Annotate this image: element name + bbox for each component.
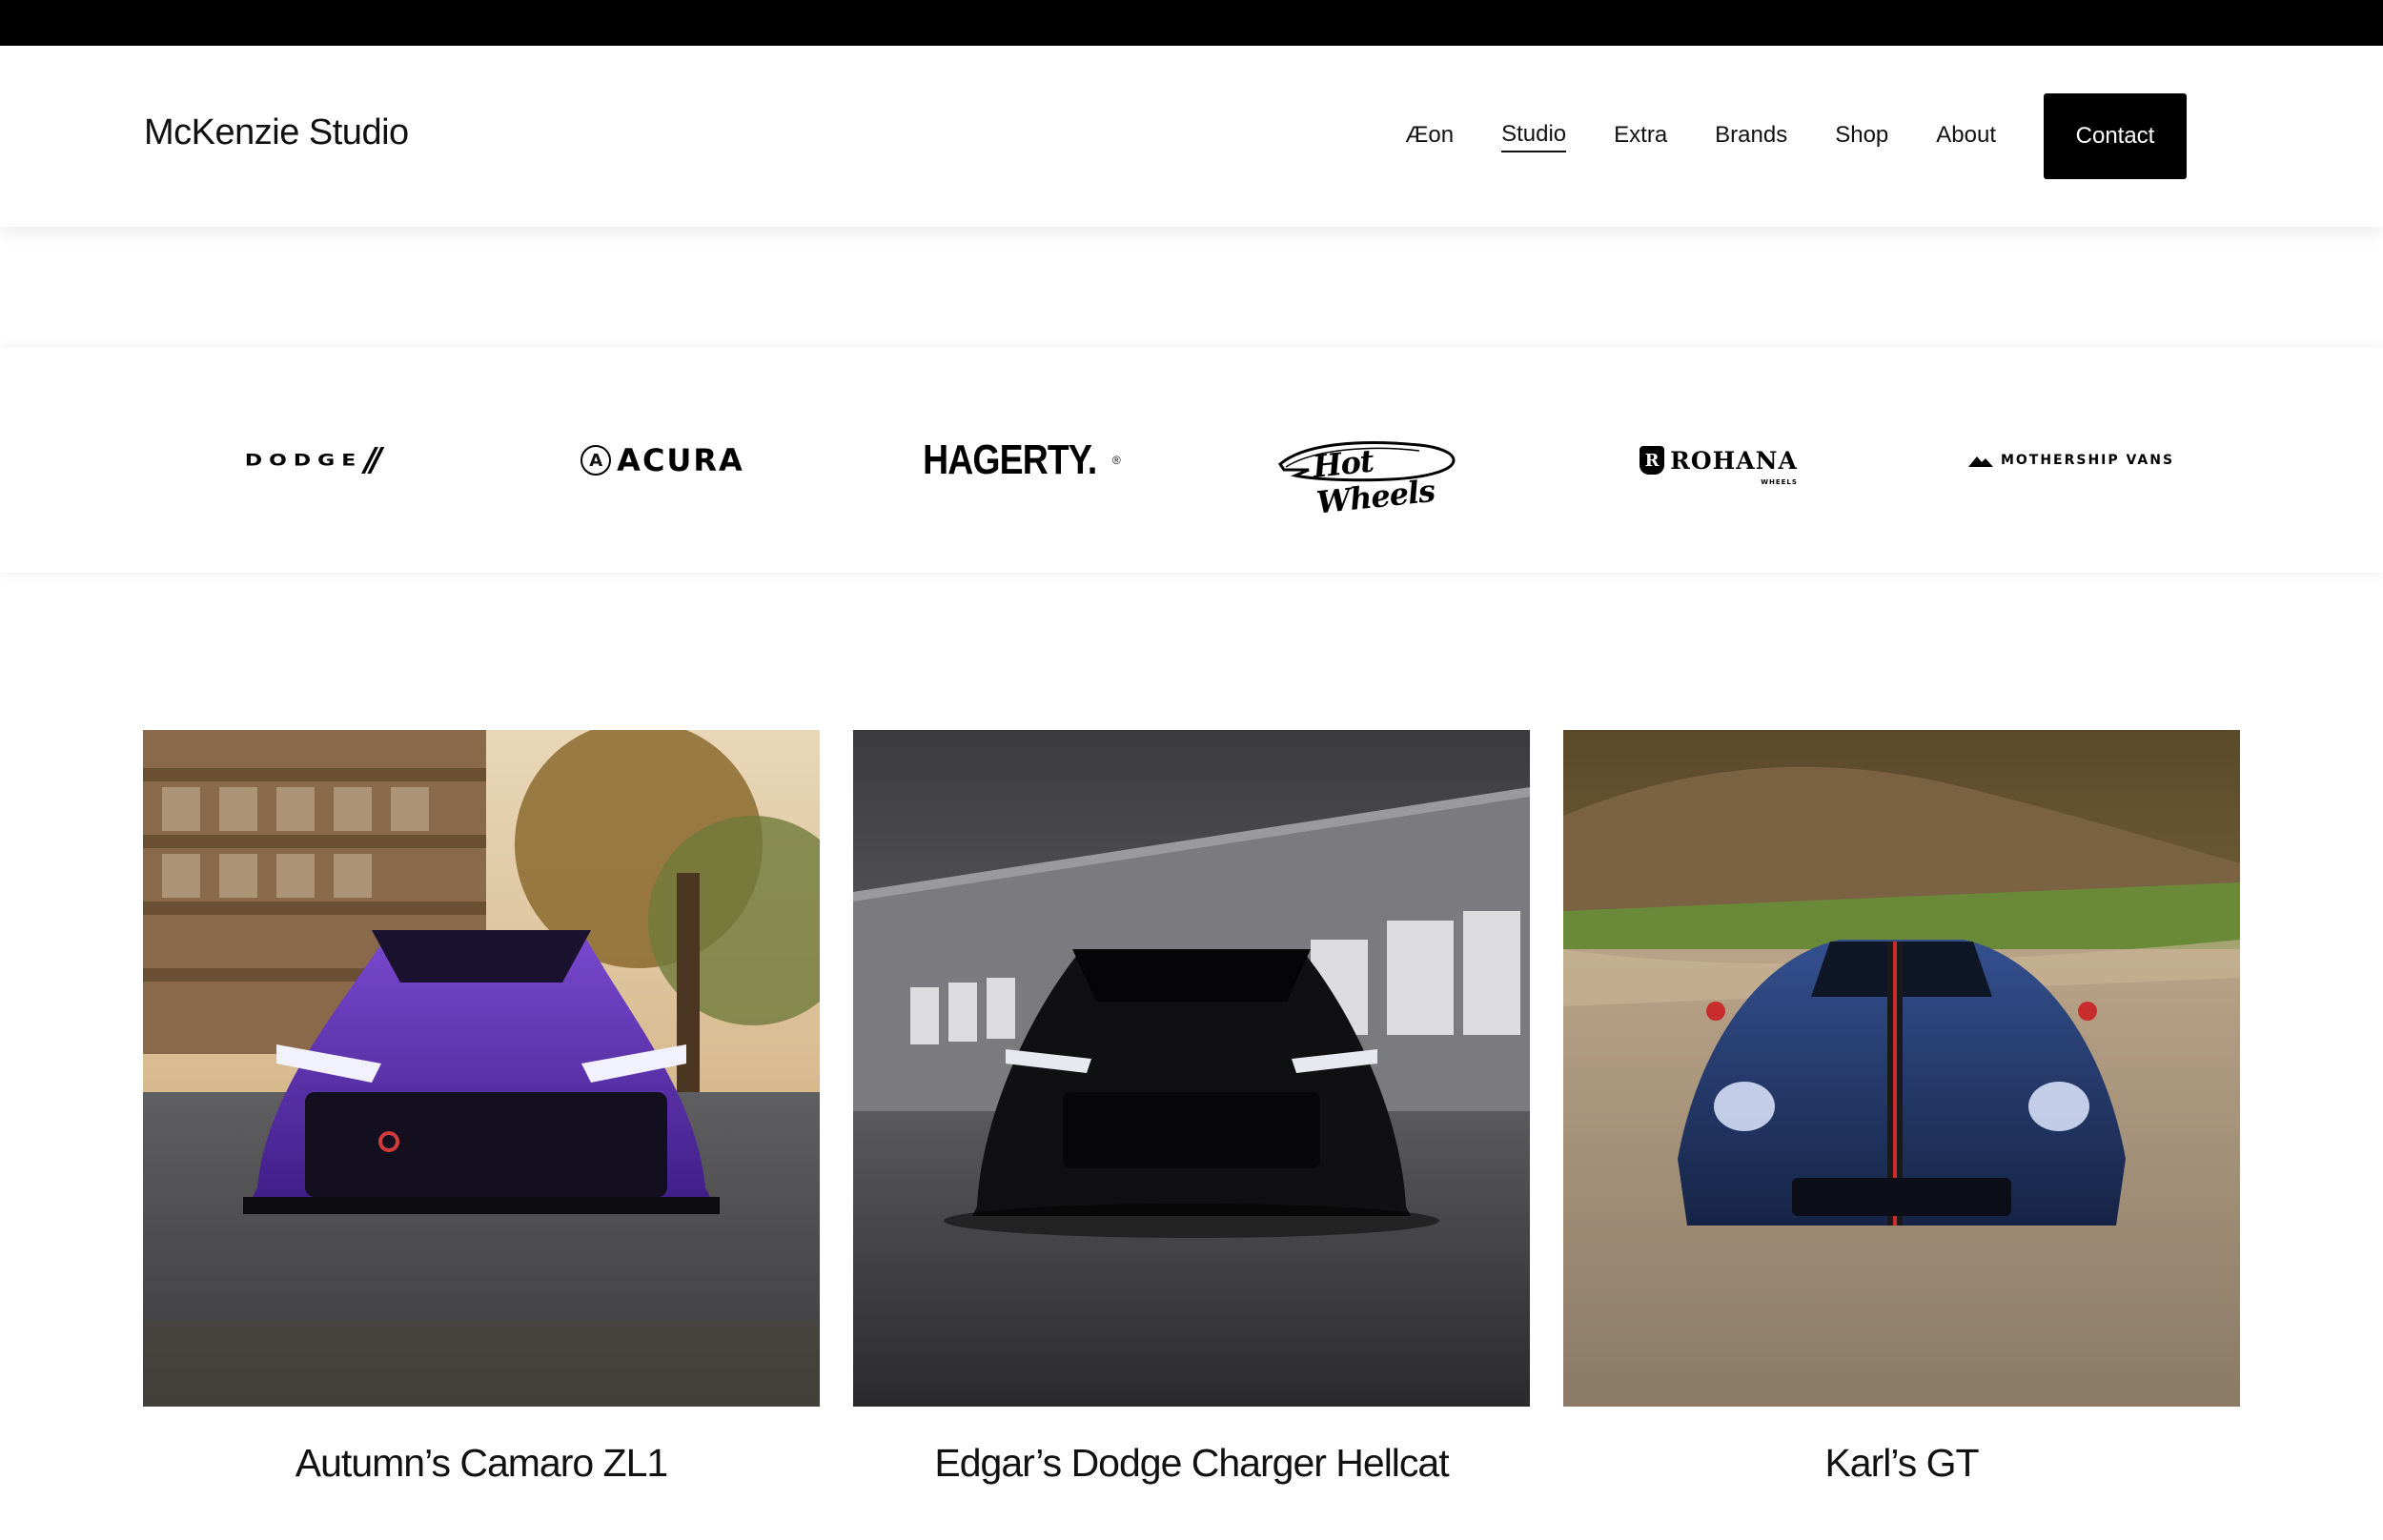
acura-logo: A ACURA xyxy=(539,348,786,573)
nav-item-studio[interactable]: Studio xyxy=(1501,121,1567,152)
gallery-caption[interactable]: Autumn’s Camaro ZL1 xyxy=(143,1441,820,1486)
dodge-logo: DODGE // xyxy=(187,348,435,573)
acura-logo-text: ACURA xyxy=(617,442,744,478)
nav-item-about[interactable]: About xyxy=(1936,122,1996,152)
mothership-vans-logo: MOTHERSHIP VANS xyxy=(1947,348,2195,573)
car-gallery: Autumn’s Camaro ZL1 Edgar’s Dodge Charge… xyxy=(143,730,2240,1492)
registered-mark-icon: ® xyxy=(1111,454,1121,467)
rohana-shield-icon: R xyxy=(1640,446,1665,475)
site-title[interactable]: McKenzie Studio xyxy=(144,112,409,153)
dodge-logo-text: DODGE xyxy=(244,451,363,470)
hot-wheels-logo-text: Hot Wheels xyxy=(1311,442,1436,521)
nav-item-shop[interactable]: Shop xyxy=(1835,122,1888,152)
mountain-icon xyxy=(1967,456,1993,467)
top-black-bar xyxy=(0,0,2383,46)
contact-button[interactable]: Contact xyxy=(2044,93,2187,179)
hagerty-logo-text: HAGERTY. xyxy=(923,436,1097,483)
nav-item-aeon[interactable]: Æon xyxy=(1405,122,1454,152)
dodge-stripes-icon: // xyxy=(364,441,382,479)
brand-logo-strip: DODGE // A ACURA HAGERTY. ® Hot Wheels R… xyxy=(0,348,2383,573)
hagerty-logo: HAGERTY. ® xyxy=(890,348,1138,573)
rohana-sub-text: WHEELS xyxy=(1761,477,1798,486)
gallery-card[interactable]: Autumn’s Camaro ZL1 xyxy=(143,730,820,1486)
rohana-logo: R ROHANA WHEELS xyxy=(1595,348,1843,573)
gallery-caption[interactable]: Karl’s GT xyxy=(1563,1441,2240,1486)
acura-emblem-icon: A xyxy=(580,445,612,476)
nav-item-extra[interactable]: Extra xyxy=(1614,122,1667,152)
gallery-card[interactable]: Karl’s GT xyxy=(1563,730,2240,1486)
rohana-logo-text: ROHANA WHEELS xyxy=(1670,446,1798,486)
hot-wheels-logo: Hot Wheels xyxy=(1243,348,1491,573)
hot-wheels-flame-icon: Hot Wheels xyxy=(1276,436,1457,521)
main-nav: Æon Studio Extra Brands Shop About Conta… xyxy=(1357,93,2187,179)
gallery-card[interactable]: Edgar’s Dodge Charger Hellcat xyxy=(853,730,1530,1486)
rohana-name: ROHANA xyxy=(1670,446,1798,475)
site-header: McKenzie Studio Æon Studio Extra Brands … xyxy=(0,46,2383,227)
gallery-photo-ford-gt[interactable] xyxy=(1563,730,2240,1407)
gallery-photo-charger[interactable] xyxy=(853,730,1530,1407)
gallery-photo-camaro[interactable] xyxy=(143,730,820,1407)
gallery-caption[interactable]: Edgar’s Dodge Charger Hellcat xyxy=(853,1441,1530,1486)
nav-item-brands[interactable]: Brands xyxy=(1715,122,1787,152)
mothership-vans-logo-text: MOTHERSHIP VANS xyxy=(2000,453,2175,468)
